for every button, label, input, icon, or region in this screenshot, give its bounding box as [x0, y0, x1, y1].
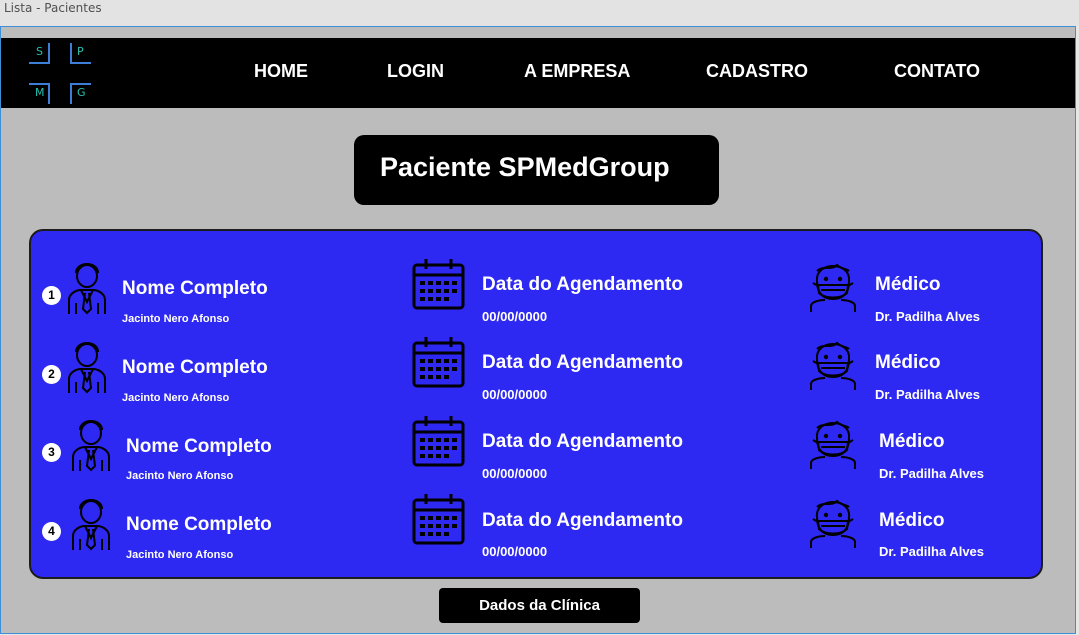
date-label: Data do Agendamento [482, 431, 683, 452]
patient-name-value: Jacinto Nero Afonso [122, 392, 230, 404]
nav-login-link[interactable]: LOGIN [387, 61, 444, 82]
doctor-mask-icon [810, 420, 856, 469]
patient-name-label: Nome Completo [126, 436, 272, 457]
nav-home-link[interactable]: HOME [254, 61, 308, 82]
doctor-label: Médico [875, 274, 941, 295]
row-number-badge: 1 [42, 286, 61, 305]
date-value: 00/00/0000 [482, 387, 548, 402]
businessman-icon [72, 499, 110, 551]
date-value: 00/00/0000 [482, 309, 548, 324]
patient-name-label: Nome Completo [126, 514, 272, 535]
window-title: Lista - Pacientes [4, 1, 102, 15]
date-label: Data do Agendamento [482, 274, 683, 295]
doctor-value: Dr. Padilha Alves [879, 466, 985, 481]
logo-letter: G [77, 86, 86, 99]
logo-letter: S [36, 45, 43, 58]
doctor-label: Médico [875, 352, 941, 373]
businessman-icon [72, 420, 110, 472]
doctor-mask-icon [810, 499, 856, 548]
app-frame: S P M G HOME LOGIN A EMPRESA CADASTRO CO… [0, 26, 1076, 634]
page-title: Paciente SPMedGroup [380, 152, 670, 182]
doctor-label: Médico [879, 510, 945, 531]
calendar-icon [412, 259, 465, 310]
window-titlebar: Lista - Pacientes [0, 0, 1079, 26]
doctor-mask-icon [810, 263, 856, 312]
patient-name-label: Nome Completo [122, 278, 268, 299]
date-label: Data do Agendamento [482, 510, 683, 531]
patient-name-value: Jacinto Nero Afonso [122, 313, 230, 325]
logo-letter: M [35, 86, 45, 99]
date-label: Data do Agendamento [482, 352, 683, 373]
doctor-label: Médico [879, 431, 945, 452]
row-number-badge: 2 [42, 365, 61, 384]
clinic-data-button[interactable]: Dados da Clínica [439, 588, 640, 623]
calendar-icon [412, 337, 465, 388]
doctor-value: Dr. Padilha Alves [879, 544, 985, 559]
businessman-icon [68, 263, 106, 315]
patient-name-value: Jacinto Nero Afonso [126, 549, 234, 561]
date-value: 00/00/0000 [482, 466, 548, 481]
date-value: 00/00/0000 [482, 544, 548, 559]
doctor-value: Dr. Padilha Alves [875, 387, 981, 402]
doctor-value: Dr. Padilha Alves [875, 309, 981, 324]
top-navbar: S P M G HOME LOGIN A EMPRESA CADASTRO CO… [1, 38, 1075, 108]
nav-cadastro-link[interactable]: CADASTRO [706, 61, 808, 82]
patient-name-value: Jacinto Nero Afonso [126, 470, 234, 482]
appointment-row: 3 Nome Completo Jacinto Nero Afonso Data… [31, 409, 1041, 483]
appointments-panel: 1 Nome Completo Jacinto Nero Afonso Data… [29, 229, 1043, 579]
appointment-row: 2 Nome Completo Jacinto Nero Afonso Data… [31, 330, 1041, 404]
row-number-badge: 4 [42, 522, 61, 541]
nav-contato-link[interactable]: CONTATO [894, 61, 980, 82]
businessman-icon [68, 342, 106, 394]
calendar-icon [412, 416, 465, 467]
page-title-box: Paciente SPMedGroup [354, 135, 719, 205]
nav-empresa-link[interactable]: A EMPRESA [524, 61, 630, 82]
spmg-logo[interactable]: S P M G [29, 43, 93, 105]
row-number-badge: 3 [42, 443, 61, 462]
appointment-row: 4 Nome Completo Jacinto Nero Afonso Data… [31, 488, 1041, 562]
logo-letter: P [77, 45, 84, 58]
patient-name-label: Nome Completo [122, 357, 268, 378]
appointment-row: 1 Nome Completo Jacinto Nero Afonso Data… [31, 251, 1041, 325]
calendar-icon [412, 494, 465, 545]
doctor-mask-icon [810, 341, 856, 390]
